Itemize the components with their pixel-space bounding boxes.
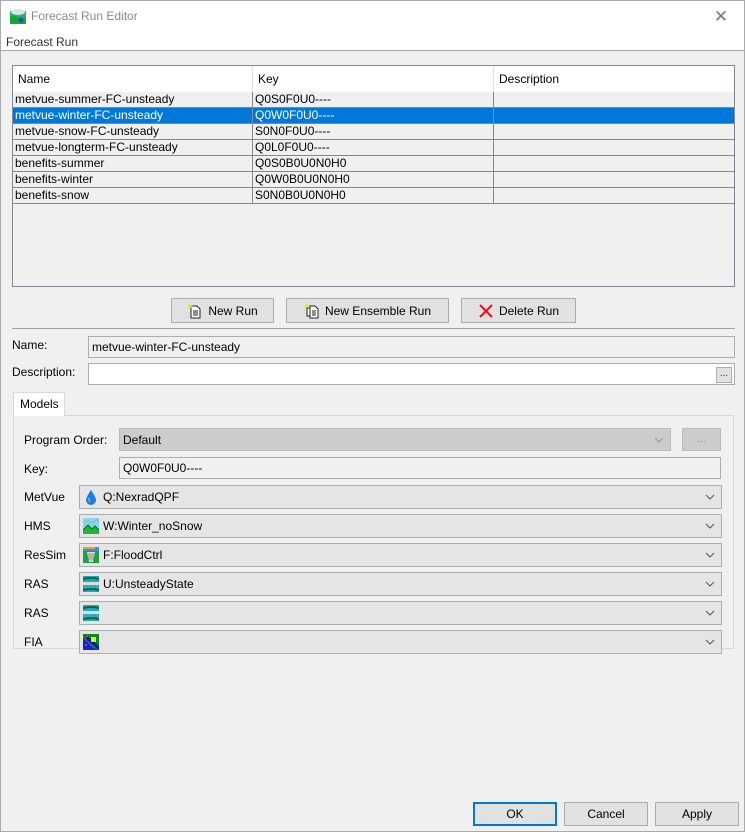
model-select[interactable]: U:UnsteadyState	[79, 572, 722, 596]
cell-name: benefits-winter	[13, 172, 253, 187]
cell-key: Q0S0B0U0N0H0	[253, 156, 494, 171]
title-bar: Forecast Run Editor ✕	[1, 1, 744, 32]
chevron-down-icon	[704, 635, 716, 649]
chevron-down-icon	[704, 548, 716, 562]
column-header-key[interactable]: Key	[253, 66, 494, 92]
delete-run-button[interactable]: Delete Run	[461, 298, 576, 323]
model-label: HMS	[24, 519, 51, 533]
cell-name: metvue-snow-FC-unsteady	[13, 124, 253, 139]
close-icon: ✕	[713, 6, 729, 26]
separator	[12, 328, 735, 329]
cell-name: metvue-winter-FC-unsteady	[13, 108, 253, 123]
model-select[interactable]	[79, 630, 722, 654]
table-row[interactable]: benefits-snow S0N0B0U0N0H0	[13, 188, 734, 204]
menu-forecast-run[interactable]: Forecast Run	[6, 35, 78, 49]
table-body: metvue-summer-FC-unsteady Q0S0F0U0---- met…	[13, 92, 734, 204]
new-run-button[interactable]: New Run	[171, 298, 274, 323]
key-label: Key:	[24, 462, 49, 476]
cell-description	[494, 92, 734, 107]
app-icon	[10, 9, 26, 24]
fia-map-icon	[83, 634, 99, 650]
program-order-ellipsis-button: ...	[682, 428, 721, 451]
chevron-down-icon	[704, 519, 716, 533]
model-label: MetVue	[24, 490, 65, 504]
table-row[interactable]: metvue-snow-FC-unsteady S0N0F0U0----	[13, 124, 734, 140]
model-select-value: Q:NexradQPF	[103, 490, 180, 504]
column-header-name[interactable]: Name	[13, 66, 253, 92]
program-order-select: Default	[119, 428, 671, 451]
model-label: RAS	[24, 577, 49, 591]
ras-river-icon	[82, 576, 100, 592]
apply-button[interactable]: Apply	[655, 802, 739, 826]
chevron-down-icon	[653, 433, 665, 447]
model-select-value: F:FloodCtrl	[103, 548, 163, 562]
hms-landscape-icon	[82, 518, 100, 534]
chevron-down-icon	[704, 606, 716, 620]
model-select[interactable]: Q:NexradQPF	[79, 485, 722, 509]
cell-key: Q0W0F0U0----	[253, 108, 494, 123]
cell-key: Q0S0F0U0----	[253, 92, 494, 107]
new-run-label: New Run	[208, 303, 258, 318]
cell-description	[494, 156, 734, 171]
tab-models[interactable]: Models	[13, 392, 65, 416]
model-select-value: W:Winter_noSnow	[103, 519, 203, 533]
cell-key: Q0L0F0U0----	[253, 140, 494, 155]
model-select[interactable]: F:FloodCtrl	[79, 543, 722, 567]
cell-name: benefits-snow	[13, 188, 253, 203]
ressim-dam-icon	[83, 547, 99, 563]
new-ensemble-document-icon	[303, 302, 319, 318]
ok-button[interactable]: OK	[473, 802, 557, 826]
name-field[interactable]: metvue-winter-FC-unsteady	[88, 336, 735, 358]
cancel-button[interactable]: Cancel	[564, 802, 648, 826]
cell-name: benefits-summer	[13, 156, 253, 171]
cell-key: S0N0F0U0----	[253, 124, 494, 139]
model-select-value: U:UnsteadyState	[103, 577, 194, 591]
table-row[interactable]: metvue-summer-FC-unsteady Q0S0F0U0----	[13, 92, 734, 108]
program-order-value: Default	[123, 432, 162, 447]
window-title: Forecast Run Editor	[31, 9, 138, 23]
cell-description	[494, 124, 734, 139]
table-row[interactable]: metvue-longterm-FC-unsteady Q0L0F0U0----	[13, 140, 734, 156]
runs-table[interactable]: Name Key Description metvue-summer-FC-un…	[12, 65, 735, 287]
description-field[interactable]	[88, 363, 735, 385]
cell-key: Q0W0B0U0N0H0	[253, 172, 494, 187]
chevron-down-icon	[704, 490, 716, 504]
table-row[interactable]: metvue-winter-FC-unsteady Q0W0F0U0----	[13, 108, 734, 124]
ras-river-icon	[82, 605, 100, 621]
model-select[interactable]: W:Winter_noSnow	[79, 514, 722, 538]
program-order-label: Program Order:	[24, 433, 108, 447]
cell-description	[494, 140, 734, 155]
model-label: FIA	[24, 635, 43, 649]
new-document-icon	[187, 302, 201, 318]
menu-bar: Forecast Run	[1, 32, 744, 51]
new-ensemble-run-button[interactable]: New Ensemble Run	[286, 298, 449, 323]
new-ensemble-run-label: New Ensemble Run	[324, 303, 432, 318]
table-header: Name Key Description	[13, 66, 734, 92]
column-header-description[interactable]: Description	[494, 66, 734, 92]
table-row[interactable]: benefits-winter Q0W0B0U0N0H0	[13, 172, 734, 188]
cell-description	[494, 172, 734, 187]
cell-description	[494, 188, 734, 203]
forecast-run-editor-window: Forecast Run Editor ✕ Forecast Run Name …	[0, 0, 745, 832]
raindrop-icon	[83, 489, 99, 505]
key-field: Q0W0F0U0----	[119, 457, 721, 479]
close-button[interactable]: ✕	[698, 1, 744, 32]
chevron-down-icon	[704, 577, 716, 591]
description-label: Description:	[12, 365, 76, 379]
description-ellipsis-button[interactable]: ...	[716, 367, 732, 383]
cell-name: metvue-summer-FC-unsteady	[13, 92, 253, 107]
name-label: Name:	[12, 338, 48, 352]
model-label: ResSim	[24, 548, 67, 562]
model-label: RAS	[24, 606, 49, 620]
table-row[interactable]: benefits-summer Q0S0B0U0N0H0	[13, 156, 734, 172]
model-select[interactable]	[79, 601, 722, 625]
delete-run-label: Delete Run	[498, 303, 560, 318]
cell-key: S0N0B0U0N0H0	[253, 188, 494, 203]
cell-description	[494, 108, 734, 123]
cell-name: metvue-longterm-FC-unsteady	[13, 140, 253, 155]
delete-x-icon	[479, 303, 493, 318]
